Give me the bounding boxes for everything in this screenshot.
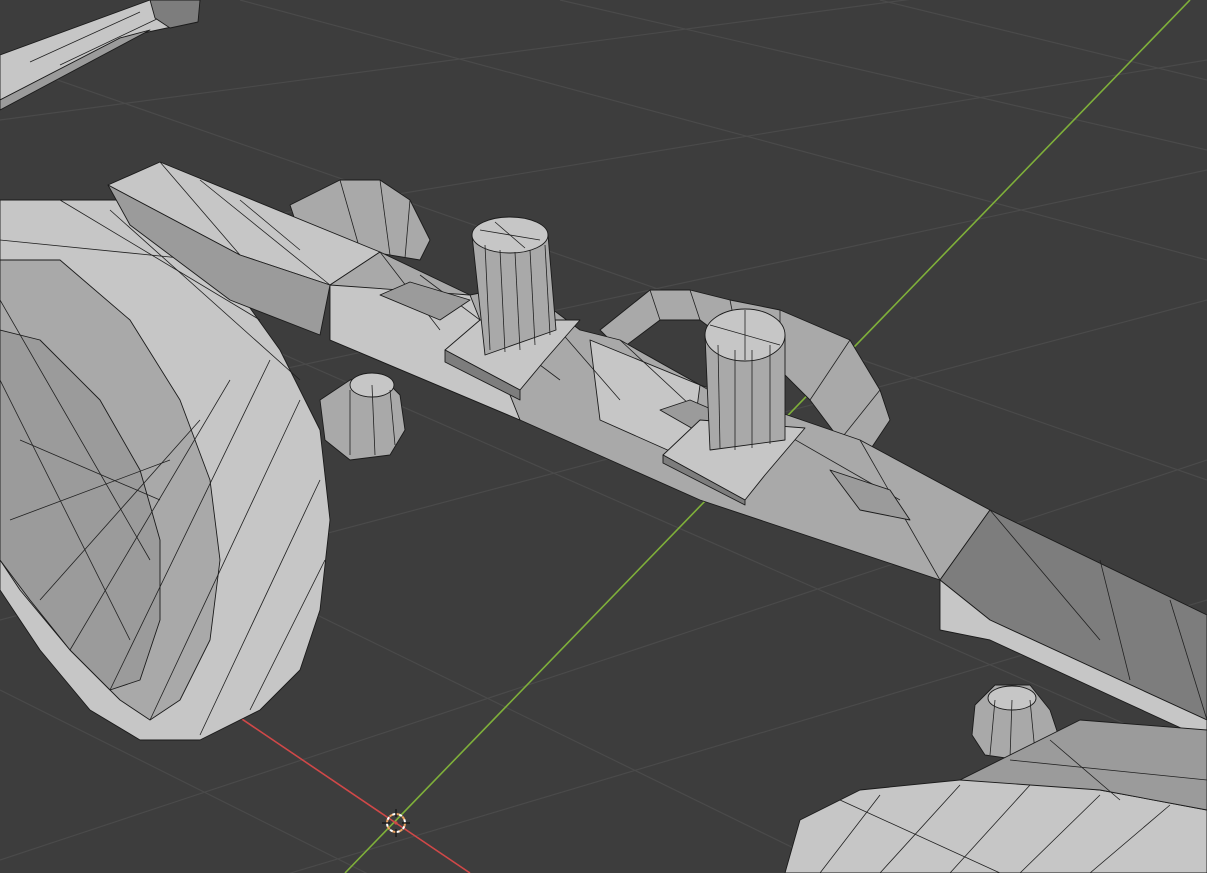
3d-viewport[interactable] bbox=[0, 0, 1207, 873]
viewport-canvas[interactable] bbox=[0, 0, 1207, 873]
